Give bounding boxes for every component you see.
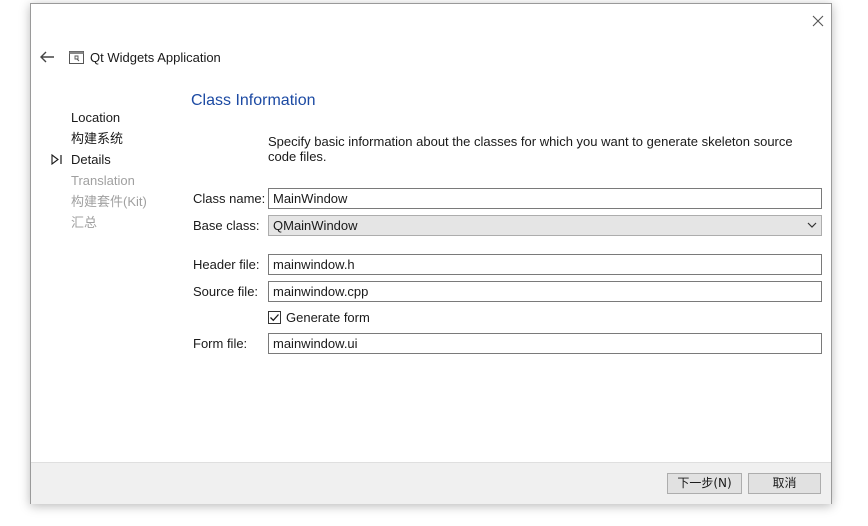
step-label: Details — [71, 152, 111, 167]
header-file-input[interactable]: mainwindow.h — [268, 254, 822, 275]
step-details: Details — [49, 149, 147, 170]
wizard-header: Qt Widgets Application — [31, 44, 831, 72]
step-label: Location — [71, 110, 121, 125]
step-kits: 构建套件(Kit) — [49, 191, 147, 212]
close-button[interactable] — [807, 10, 829, 32]
step-location: Location — [49, 107, 147, 128]
qt-project-icon — [69, 51, 84, 64]
wizard-footer: 下一步(N) 取消 — [31, 462, 831, 504]
chevron-down-icon — [807, 222, 817, 228]
wizard-steps: Location 构建系统 Details Translation 构建套件(K… — [49, 107, 147, 233]
page-title: Class Information — [191, 92, 316, 109]
arrow-left-icon — [40, 51, 54, 63]
header-file-label: Header file: — [193, 257, 260, 272]
step-label: 汇总 — [71, 215, 98, 230]
current-step-icon — [51, 154, 62, 165]
close-icon — [812, 15, 824, 27]
source-file-label: Source file: — [193, 284, 259, 299]
base-class-select[interactable]: QMainWindow — [268, 215, 822, 236]
step-label: 构建套件(Kit) — [71, 194, 147, 209]
class-name-input[interactable]: MainWindow — [268, 188, 822, 209]
source-file-input[interactable]: mainwindow.cpp — [268, 281, 822, 302]
next-button[interactable]: 下一步(N) — [667, 473, 742, 494]
page-description: Specify basic information about the clas… — [268, 134, 793, 164]
generate-form-label: Generate form — [286, 310, 370, 325]
step-label: Translation — [71, 173, 135, 188]
base-class-value: QMainWindow — [273, 218, 358, 233]
wizard-dialog: Qt Widgets Application Location 构建系统 Det… — [30, 3, 832, 504]
step-translation: Translation — [49, 170, 147, 191]
step-build-system: 构建系统 — [49, 128, 147, 149]
window-title: Qt Widgets Application — [90, 50, 221, 65]
form-file-input[interactable]: mainwindow.ui — [268, 333, 822, 354]
step-summary: 汇总 — [49, 212, 147, 233]
base-class-label: Base class: — [193, 218, 260, 233]
back-button[interactable] — [37, 47, 57, 67]
checkmark-icon — [270, 314, 279, 322]
generate-form-checkbox[interactable] — [268, 311, 281, 324]
step-label: 构建系统 — [71, 131, 124, 146]
class-name-label: Class name: — [193, 191, 266, 206]
cancel-button[interactable]: 取消 — [748, 473, 821, 494]
form-file-label: Form file: — [193, 336, 248, 351]
